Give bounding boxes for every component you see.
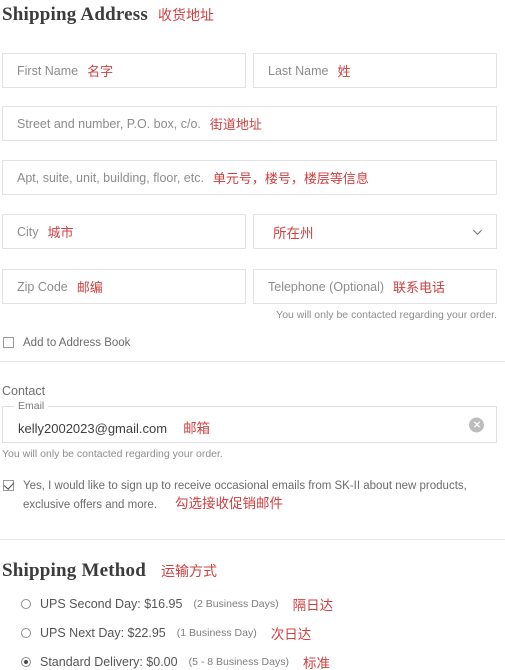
email-helper-text: You will only be contacted regarding you…	[2, 448, 223, 460]
zip-code-placeholder: Zip Code	[17, 279, 68, 294]
clear-circle-icon[interactable]	[469, 417, 484, 432]
marketing-optin-line1: Yes, I would like to sign up to receive …	[23, 480, 467, 492]
shipping-option-ups-second-day[interactable]: UPS Second Day: $16.95 (2 Business Days)…	[21, 594, 333, 614]
last-name-placeholder: Last Name	[268, 63, 329, 78]
email-annotation: 邮箱	[183, 420, 211, 436]
shipping-address-heading: Shipping Address 收货地址	[2, 4, 214, 26]
last-name-input[interactable]: Last Name 姓	[253, 53, 497, 88]
checkbox-checked-icon[interactable]	[3, 480, 14, 491]
section-divider-shipping-method	[0, 539, 505, 540]
shipping-option-days: (5 - 8 Business Days)	[188, 656, 289, 668]
add-to-address-book-label: Add to Address Book	[23, 337, 131, 349]
shipping-option-annotation: 隔日达	[292, 598, 334, 613]
email-value-text: kelly2002023@gmail.com	[18, 420, 168, 436]
shipping-address-heading-annotation: 收货地址	[157, 7, 214, 23]
zip-code-input[interactable]: Zip Code 邮编	[2, 269, 246, 304]
shipping-option-label: UPS Next Day: $22.95	[40, 626, 166, 640]
first-name-annotation: 名字	[87, 64, 114, 79]
shipping-option-label: UPS Second Day: $16.95	[40, 597, 183, 611]
state-annotation: 所在州	[273, 225, 314, 241]
shipping-method-annotation: 运输方式	[160, 563, 217, 579]
last-name-annotation: 姓	[337, 64, 351, 79]
zip-code-annotation: 邮编	[76, 280, 103, 295]
marketing-optin-line2: exclusive offers and more.	[23, 499, 158, 511]
city-annotation: 城市	[47, 225, 74, 240]
street-address-placeholder: Street and number, P.O. box, c/o.	[17, 116, 201, 131]
marketing-optin-annotation: 勾选接收促销邮件	[175, 496, 284, 511]
shipping-method-title: Shipping Method	[2, 560, 146, 581]
city-placeholder: City	[17, 224, 39, 239]
add-to-address-book-row[interactable]: Add to Address Book	[3, 335, 130, 352]
first-name-placeholder: First Name	[17, 63, 79, 78]
radio-selected-icon[interactable]	[21, 657, 31, 667]
shipping-option-standard-delivery[interactable]: Standard Delivery: $0.00 (5 - 8 Business…	[21, 652, 330, 670]
page-title: Shipping Address	[2, 4, 148, 25]
apt-suite-placeholder: Apt, suite, unit, building, floor, etc.	[17, 170, 204, 185]
shipping-option-annotation: 标准	[302, 656, 330, 670]
section-divider-contact	[0, 361, 505, 362]
radio-icon[interactable]	[21, 628, 31, 638]
radio-icon[interactable]	[21, 599, 31, 609]
shipping-option-days: (1 Business Day)	[176, 627, 257, 639]
street-address-annotation: 街道地址	[209, 117, 262, 132]
email-input[interactable]: Email kelly2002023@gmail.com 邮箱	[2, 400, 497, 443]
marketing-optin-row[interactable]: Yes, I would like to sign up to receive …	[3, 478, 467, 514]
email-value: kelly2002023@gmail.com 邮箱	[18, 417, 210, 437]
shipping-option-label: Standard Delivery: $0.00	[40, 655, 178, 669]
telephone-placeholder: Telephone (Optional)	[268, 279, 385, 294]
marketing-optin-label: Yes, I would like to sign up to receive …	[23, 478, 467, 514]
shipping-method-heading: Shipping Method 运输方式	[2, 560, 217, 582]
street-address-input[interactable]: Street and number, P.O. box, c/o. 街道地址	[2, 106, 497, 141]
shipping-option-days: (2 Business Days)	[193, 598, 279, 610]
state-select[interactable]: 所在州	[253, 214, 497, 249]
apt-suite-input[interactable]: Apt, suite, unit, building, floor, etc. …	[2, 160, 497, 195]
apt-suite-annotation: 单元号，楼号，楼层等信息	[212, 171, 369, 186]
telephone-helper-text: You will only be contacted regarding you…	[276, 309, 497, 321]
shipping-option-annotation: 次日达	[270, 627, 312, 642]
first-name-input[interactable]: First Name 名字	[2, 53, 246, 88]
shipping-option-ups-next-day[interactable]: UPS Next Day: $22.95 (1 Business Day) 次日…	[21, 623, 311, 643]
telephone-input[interactable]: Telephone (Optional) 联系电话	[253, 269, 497, 304]
checkout-shipping-page: Shipping Address 收货地址 First Name 名字 Last…	[0, 0, 505, 670]
email-field-legend: Email	[14, 400, 49, 412]
contact-section-label: Contact	[2, 384, 46, 398]
telephone-annotation: 联系电话	[393, 280, 446, 295]
chevron-down-icon[interactable]	[472, 226, 483, 237]
city-input[interactable]: City 城市	[2, 214, 246, 249]
checkbox-icon[interactable]	[3, 337, 14, 348]
